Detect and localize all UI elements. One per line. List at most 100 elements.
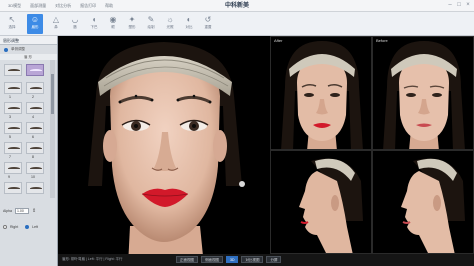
row-number: 6 <box>32 135 34 139</box>
adjust-controls: Alpha 1.00 ⇕ Right Left <box>0 206 58 266</box>
alpha-row: Alpha 1.00 ⇕ <box>3 206 58 216</box>
face-render-after-front <box>281 41 363 149</box>
row-number: 7 <box>9 155 11 159</box>
eyebrow-scrollbar[interactable] <box>50 60 55 198</box>
before-front-view[interactable]: Before <box>372 36 474 150</box>
eyebrow-option[interactable] <box>4 162 22 174</box>
maximize-button[interactable]: □ <box>456 2 462 8</box>
tool-chin[interactable]: ◖ 下巴 <box>86 14 102 34</box>
tool-label: 光照 <box>166 25 174 29</box>
tool-label: 选择 <box>8 25 16 29</box>
row-number: 9 <box>8 175 10 179</box>
scrollbar-thumb[interactable] <box>51 74 54 114</box>
tool-reset[interactable]: ↺ 重置 <box>200 14 216 34</box>
tool-contrast[interactable]: ◐ 对比 <box>181 14 197 34</box>
tool-label: 对比 <box>185 25 193 29</box>
eyebrow-option[interactable] <box>4 64 22 76</box>
main-3d-viewport[interactable] <box>58 36 270 266</box>
spinner-icon[interactable]: ⇕ <box>32 208 36 214</box>
alpha-label: Alpha <box>3 209 12 213</box>
right-label: Right <box>10 225 19 229</box>
face-icon: ☺ <box>30 15 40 24</box>
before-label: Before <box>376 38 388 43</box>
before-side-view[interactable] <box>372 150 474 254</box>
eyebrow-grid: 1 2 3 4 5 6 7 8 9 10 <box>0 60 57 200</box>
tool-label: 绘制 <box>147 25 155 29</box>
front-view-button[interactable]: 正面视图 <box>176 256 198 263</box>
eye-icon: ◉ <box>109 15 117 24</box>
row-number: 10 <box>31 175 35 179</box>
cursor-icon: ↖ <box>8 15 16 24</box>
side-view-button[interactable]: 侧面视图 <box>201 256 223 263</box>
eyebrow-option[interactable] <box>26 102 44 114</box>
tool-label: 塑形 <box>128 25 136 29</box>
nose-icon: △ <box>52 15 60 24</box>
contrast-icon: ◐ <box>186 15 192 24</box>
tool-light[interactable]: ☼ 光照 <box>162 14 178 34</box>
face-render-before-front <box>383 41 465 149</box>
tool-label: 下巴 <box>90 25 98 29</box>
view-buttons: 正面视图 侧面视图 3D 对比视图 分屏 <box>176 256 282 263</box>
eyebrow-option[interactable] <box>4 122 22 134</box>
panel-header: 眉形调整 <box>0 36 57 45</box>
left-label: Left <box>32 225 39 229</box>
eyebrow-option[interactable] <box>4 142 22 154</box>
brush-icon: ✎ <box>147 15 155 24</box>
tool-label: 眉形 <box>31 25 39 29</box>
row-number: 2 <box>32 95 34 99</box>
light-icon: ☼ <box>166 15 174 24</box>
tool-label: 眼 <box>111 25 115 29</box>
tool-select[interactable]: ↖ 选择 <box>4 14 20 34</box>
after-side-view[interactable] <box>270 150 372 254</box>
face-render-after-profile <box>299 158 363 253</box>
tool-nose[interactable]: △ 鼻 <box>48 14 64 34</box>
tool-eye[interactable]: ◉ 眼 <box>105 14 121 34</box>
minimize-button[interactable]: – <box>447 2 453 8</box>
compare-view-button[interactable]: 对比视图 <box>241 256 264 263</box>
eyebrow-option[interactable] <box>4 182 22 194</box>
row-number: 5 <box>9 135 11 139</box>
radio-dot[interactable] <box>25 225 30 229</box>
toolbar: ↖ 选择 ☺ 眉形 △ 鼻 ◡ 唇 ◖ 下巴 ◉ 眼 ✦ 塑形 ✎ 绘制 ☼ 光… <box>0 12 474 36</box>
face-render-front <box>88 42 245 266</box>
tool-lips[interactable]: ◡ 唇 <box>67 14 83 34</box>
tool-eyebrow[interactable]: ☺ 眉形 <box>27 14 43 34</box>
window-controls: – □ × <box>447 2 471 8</box>
tool-sculpt[interactable]: ✦ 塑形 <box>124 14 140 34</box>
window-title: 中科新美 <box>224 3 249 9</box>
eyebrow-option[interactable] <box>26 82 44 94</box>
mode-option[interactable]: 单侧调整 <box>0 45 57 54</box>
tool-label: 重置 <box>204 25 212 29</box>
mode-option-label: 单侧调整 <box>11 47 25 51</box>
chin-icon: ◖ <box>91 15 97 24</box>
after-front-view[interactable]: After <box>270 36 372 150</box>
split-view-button[interactable]: 分屏 <box>266 256 282 263</box>
app-window: 3D模型 面部测量 对比分析 报告打印 帮助 中科新美 – □ × ↖ 选择 ☺… <box>0 0 474 266</box>
after-label: After <box>274 38 283 43</box>
tool-label: 唇 <box>73 25 77 29</box>
eyebrow-option[interactable] <box>26 182 44 194</box>
eyebrow-option[interactable] <box>26 142 44 154</box>
reset-icon: ↺ <box>204 15 212 24</box>
status-text: 眉形: 柳叶弯眉 | Left: 平行 | Right: 平行 <box>62 257 123 261</box>
tool-label: 鼻 <box>54 25 58 29</box>
eyebrow-option[interactable] <box>26 162 44 174</box>
eyebrow-option[interactable] <box>4 102 22 114</box>
close-button[interactable]: × <box>465 2 471 8</box>
alpha-input[interactable]: 1.00 <box>14 208 29 214</box>
lips-icon: ◡ <box>71 15 79 24</box>
row-number: 1 <box>9 95 11 99</box>
row-number: 4 <box>32 115 34 119</box>
status-bar: 眉形: 柳叶弯眉 | Left: 平行 | Right: 平行 正面视图 侧面视… <box>58 254 474 266</box>
tool-draw[interactable]: ✎ 绘制 <box>143 14 159 34</box>
eyebrow-panel: 眉形调整 单侧调整 眉 形 1 2 3 4 5 6 7 8 9 10 Alpha… <box>0 36 58 266</box>
eyebrow-option[interactable] <box>4 82 22 94</box>
eyebrow-option-selected[interactable] <box>26 64 44 76</box>
radio-dot[interactable] <box>3 225 7 229</box>
face-render-before-profile <box>401 158 465 253</box>
row-number: 3 <box>9 115 11 119</box>
row-number: 8 <box>32 155 34 159</box>
3d-view-button[interactable]: 3D <box>226 256 239 263</box>
radio-dot[interactable] <box>4 47 8 52</box>
eyebrow-option[interactable] <box>26 122 44 134</box>
